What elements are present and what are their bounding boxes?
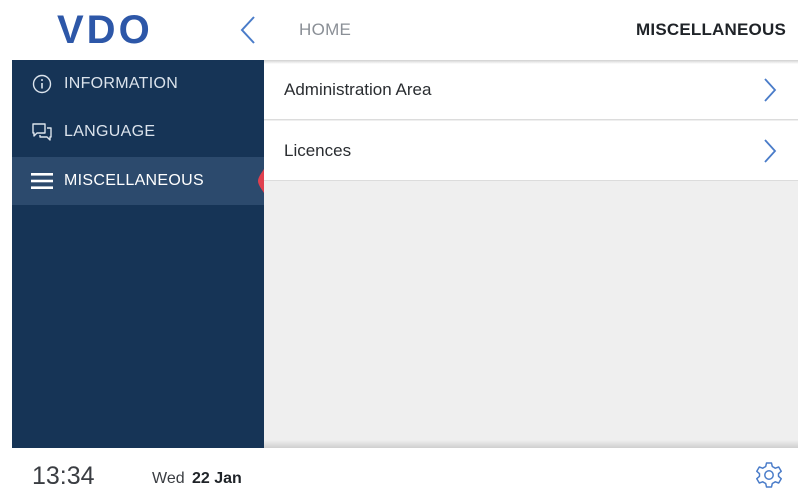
list-item-administration-area[interactable]: Administration Area [264, 60, 798, 120]
gear-icon [756, 462, 782, 488]
page-title: MISCELLANEOUS [636, 20, 786, 39]
back-button[interactable] [236, 13, 262, 47]
sidebar-item-miscellaneous[interactable]: MISCELLANEOUS [12, 157, 270, 205]
date-day: Wed [152, 470, 185, 487]
footer: 13:34 Wed 22 Jan [0, 448, 798, 488]
sidebar-item-label: MISCELLANEOUS [64, 172, 204, 189]
vdo-logo: VDO [57, 10, 153, 48]
header-shadow [264, 60, 798, 64]
chevron-right-icon [764, 139, 777, 163]
chevron-left-icon [240, 16, 255, 44]
main-content: Administration Area Licences [264, 60, 798, 448]
breadcrumb-home[interactable]: HOME [299, 20, 351, 40]
sidebar-item-label: LANGUAGE [64, 123, 156, 140]
chevron-right-icon [764, 78, 777, 102]
sidebar-item-label: INFORMATION [64, 75, 179, 92]
menu-icon [31, 170, 53, 192]
sidebar: INFORMATION LANGUAGE MISCELLANEOUS [12, 60, 270, 448]
list-item-label: Administration Area [284, 79, 432, 99]
list-item-licences[interactable]: Licences [264, 121, 798, 181]
info-icon [31, 73, 53, 95]
header: VDO HOME MISCELLANEOUS [0, 0, 798, 60]
svg-text:VDO: VDO [57, 10, 153, 48]
date-value: 22 Jan [192, 470, 242, 487]
clock-time: 13:34 [32, 462, 95, 488]
footer-shadow [264, 440, 798, 448]
list-item-label: Licences [284, 140, 352, 160]
settings-button[interactable] [752, 460, 786, 488]
sidebar-item-information[interactable]: INFORMATION [12, 60, 264, 108]
sidebar-item-language[interactable]: LANGUAGE [12, 108, 264, 156]
chat-icon [31, 121, 53, 143]
